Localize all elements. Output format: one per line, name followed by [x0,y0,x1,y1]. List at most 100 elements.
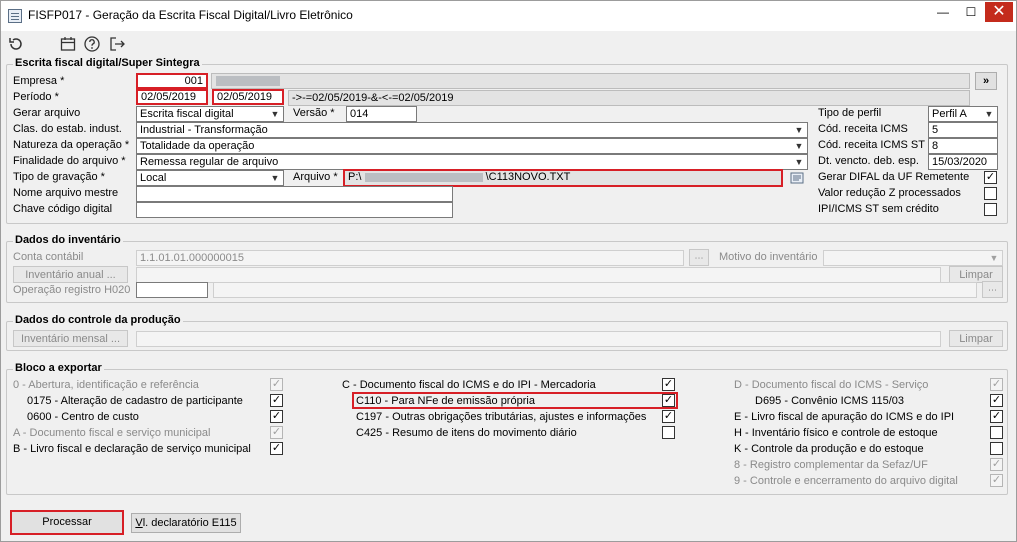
bloco-d695-checkbox[interactable]: ✓ [990,394,1003,407]
difal-checkbox[interactable]: ✓ [984,171,997,184]
close-button[interactable]: ✕ [985,2,1013,22]
tipo-gravacao-label: Tipo de gravação * [13,171,105,183]
gerar-arquivo-value: Escrita fiscal digital [140,108,234,120]
cod-icms-label: Cód. receita ICMS [818,123,908,135]
periodo-inicio-input[interactable]: 02/05/2019 [136,89,208,105]
tipo-gravacao-select[interactable]: Local ▼ [136,170,284,186]
operacao-h020-input[interactable] [136,282,208,298]
bloco-c-checkbox[interactable]: ✓ [662,378,675,391]
bloco-b-label: B - Livro fiscal e declaração de serviço… [13,443,251,455]
finalidade-label: Finalidade do arquivo * [13,155,126,167]
bloco-a-checkbox[interactable]: ✓ [270,426,283,439]
bloco-0-checkbox[interactable]: ✓ [270,378,283,391]
bloco-9-checkbox[interactable]: ✓ [990,474,1003,487]
search-conta-button[interactable]: ⋯ [689,249,709,266]
minimize-button[interactable]: — [929,2,957,22]
calendar-icon[interactable] [59,35,77,53]
inventario-group-title: Dados do inventário [13,234,123,246]
bloco-c425-checkbox[interactable] [662,426,675,439]
window-title: FISFP017 - Geração da Escrita Fiscal Dig… [28,8,353,22]
empresa-name-field [211,73,970,89]
dt-vencto-label: Dt. vencto. deb. esp. [818,155,919,167]
chevron-down-icon: ▼ [984,109,994,119]
empresa-label: Empresa * [13,75,65,87]
bloco-c110-checkbox[interactable]: ✓ [662,394,675,407]
motivo-select[interactable]: ▼ [823,250,1003,266]
app-icon [8,9,22,23]
chevron-down-icon: ▼ [794,141,804,151]
bloco-8-checkbox[interactable]: ✓ [990,458,1003,471]
bloco-k-label: K - Controle da produção e do estoque [734,443,924,455]
bloco-c197-checkbox[interactable]: ✓ [662,410,675,423]
bloco-a-label: A - Documento fiscal e serviço municipal [13,427,211,439]
redacted-path [364,172,483,182]
bloco-9-label: 9 - Controle e encerramento do arquivo d… [734,475,958,487]
dt-vencto-input[interactable]: 15/03/2020 [928,154,998,170]
vl-button-mnemonic: V [135,517,143,529]
chave-input[interactable] [136,202,453,218]
limpar-producao-button[interactable]: Limpar [949,330,1003,347]
bloco-c197-label: C197 - Outras obrigações tributárias, aj… [356,411,647,423]
title-bar: FISFP017 - Geração da Escrita Fiscal Dig… [1,1,1016,31]
bloco-d695-label: D695 - Convênio ICMS 115/03 [755,395,904,407]
bloco-0175-checkbox[interactable]: ✓ [270,394,283,407]
versao-input[interactable]: 014 [346,106,417,122]
inventario-mensal-button[interactable]: Inventário mensal ... [13,330,128,347]
operacao-h020-desc [213,282,977,298]
bloco-b-checkbox[interactable]: ✓ [270,442,283,455]
bloco-0600-checkbox[interactable]: ✓ [270,410,283,423]
gerar-arquivo-select[interactable]: Escrita fiscal digital ▼ [136,106,284,122]
bloco-d-checkbox[interactable]: ✓ [990,378,1003,391]
ipi-icms-label: IPI/ICMS ST sem crédito [818,203,939,215]
finalidade-value: Remessa regular de arquivo [140,156,279,168]
help-icon[interactable] [83,35,101,53]
bloco-8-label: 8 - Registro complementar da Sefaz/UF [734,459,928,471]
natureza-value: Totalidade da operação [140,140,255,152]
bloco-k-checkbox[interactable] [990,442,1003,455]
browse-file-icon[interactable] [788,169,806,187]
more-button[interactable]: » [975,72,997,90]
arquivo-input[interactable]: P:\ \C113NOVO.TXT [343,169,783,187]
bloco-c425-label: C425 - Resumo de itens do movimento diár… [356,427,577,439]
finalidade-select[interactable]: Remessa regular de arquivo ▼ [136,154,808,170]
motivo-label: Motivo do inventário [719,251,818,263]
natureza-select[interactable]: Totalidade da operação ▼ [136,138,808,154]
arquivo-suffix: \C113NOVO.TXT [485,171,571,183]
maximize-button[interactable]: ☐ [957,2,985,22]
conta-contabil-input[interactable]: 1.1.01.01.000000015 [136,250,684,266]
empresa-input[interactable]: 001 [136,73,208,89]
inventario-mensal-field [136,331,941,347]
nome-mestre-input[interactable] [136,186,453,202]
search-operacao-button[interactable]: ⋯ [982,281,1003,298]
processar-button[interactable]: Processar [10,510,124,535]
redacted-name [216,76,280,86]
gerar-arquivo-label: Gerar arquivo [13,107,81,119]
tipo-perfil-select[interactable]: Perfil A ▼ [928,106,998,122]
natureza-label: Natureza da operação * [13,139,130,151]
producao-group-title: Dados do controle da produção [13,314,183,326]
bloco-e-checkbox[interactable]: ✓ [990,410,1003,423]
periodo-fim-input[interactable]: 02/05/2019 [212,89,284,105]
processar-label: Processar [42,516,92,528]
vl-declaratorio-button[interactable]: Vl. declaratório E115 [131,513,241,533]
cod-icms-input[interactable]: 5 [928,122,998,138]
periodo-descricao: ->-=02/05/2019-&-<-=02/05/2019 [288,90,970,106]
nome-mestre-label: Nome arquivo mestre [13,187,119,199]
bloco-h-label: H - Inventário físico e controle de esto… [734,427,938,439]
chevron-down-icon: ▼ [270,109,280,119]
refresh-icon[interactable] [7,35,25,53]
cod-icms-st-input[interactable]: 8 [928,138,998,154]
toolbar [1,31,1016,57]
bloco-group-title: Bloco a exportar [13,362,104,374]
chevron-down-icon: ▼ [989,253,999,263]
chevron-down-icon: ▼ [794,125,804,135]
tipo-gravacao-value: Local [140,172,167,184]
chave-label: Chave código digital [13,203,113,215]
reducao-z-checkbox[interactable] [984,187,997,200]
exit-icon[interactable] [108,35,126,53]
tipo-perfil-value: Perfil A [932,108,967,120]
clas-estab-select[interactable]: Industrial - Transformação ▼ [136,122,808,138]
bloco-h-checkbox[interactable] [990,426,1003,439]
ipi-icms-checkbox[interactable] [984,203,997,216]
inventario-anual-button[interactable]: Inventário anual ... [13,266,128,283]
